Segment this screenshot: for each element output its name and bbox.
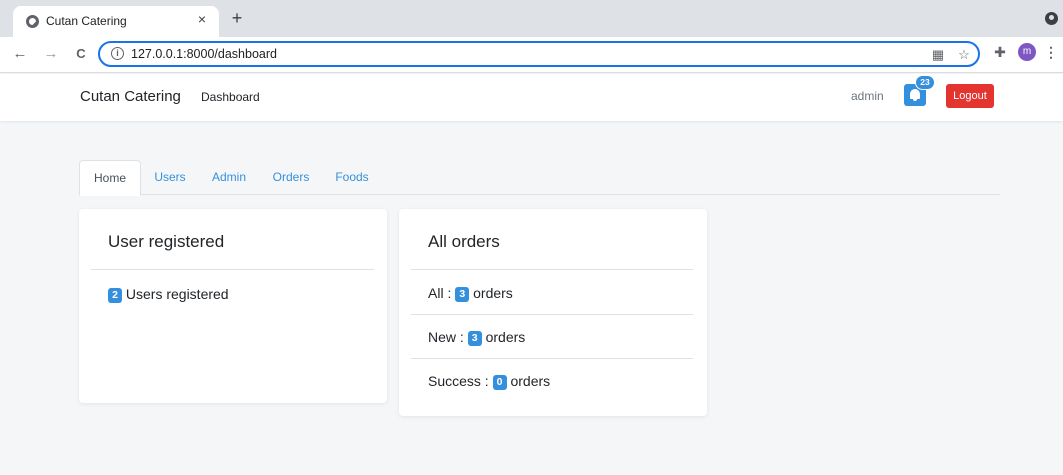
brand-link[interactable]: Cutan Catering (80, 88, 181, 105)
qr-code-icon[interactable]: ▦ (930, 47, 946, 63)
tab-admin[interactable]: Admin (203, 160, 255, 195)
orders-row-all: All : 3 orders (428, 285, 513, 302)
chrome-account-icon[interactable] (1045, 12, 1058, 25)
logout-button[interactable]: Logout (946, 84, 994, 108)
bookmark-star-icon[interactable]: ☆ (956, 47, 972, 63)
new-tab-button[interactable]: + (227, 8, 247, 28)
orders-all-count-badge: 3 (455, 287, 470, 302)
site-info-icon[interactable]: i (111, 47, 124, 60)
notification-count-badge: 23 (915, 75, 935, 90)
url-text[interactable]: 127.0.0.1:8000/dashboard (131, 47, 277, 61)
orders-new-count-badge: 3 (467, 331, 482, 346)
extensions-puzzle-icon[interactable]: ✚ (991, 43, 1009, 61)
users-count-badge: 2 (108, 288, 122, 303)
orders-row-label: Success : (428, 373, 489, 389)
users-registered-text: Users registered (125, 286, 229, 302)
orders-row-label: New : (428, 329, 464, 345)
close-tab-icon[interactable]: × (194, 11, 210, 27)
divider (411, 314, 693, 315)
browser-tabstrip: Cutan Catering × + (0, 0, 1063, 37)
app-navbar: Cutan Catering Dashboard admin 23 Logout (0, 74, 1063, 121)
users-card-title: User registered (108, 232, 225, 251)
nav-link-dashboard[interactable]: Dashboard (201, 90, 260, 104)
orders-success-count-badge: 0 (492, 375, 507, 390)
forward-button[interactable]: → (42, 45, 60, 63)
browser-menu-icon[interactable]: ⋮ (1044, 43, 1058, 61)
divider (411, 269, 693, 270)
back-button[interactable]: ← (11, 45, 29, 63)
tab-foods[interactable]: Foods (327, 160, 377, 195)
users-card: User registered 2 Users registered (79, 209, 387, 403)
users-registered-line: 2 Users registered (108, 286, 229, 303)
tab-orders[interactable]: Orders (263, 160, 319, 195)
orders-card: All orders All : 3 orders New : 3 orders… (399, 209, 707, 416)
browser-tab-title: Cutan Catering (46, 14, 127, 28)
tab-home[interactable]: Home (79, 160, 141, 196)
reload-button[interactable]: C (72, 45, 90, 63)
browser-toolbar: ← → C i 127.0.0.1:8000/dashboard ▦ ☆ (0, 37, 1063, 73)
user-name: admin (851, 89, 884, 103)
dashboard-tabs: Home Users Admin Orders Foods (79, 160, 1000, 196)
browser-tab[interactable]: Cutan Catering × (13, 6, 219, 37)
tab-users[interactable]: Users (145, 160, 195, 195)
address-bar[interactable]: i 127.0.0.1:8000/dashboard ▦ ☆ (98, 41, 980, 67)
bell-icon (910, 89, 920, 101)
divider (91, 269, 374, 270)
profile-avatar[interactable]: m (1018, 43, 1036, 61)
orders-row-suffix: orders (510, 373, 551, 389)
orders-row-success: Success : 0 orders (428, 373, 550, 390)
orders-row-suffix: orders (473, 285, 513, 301)
orders-row-suffix: orders (485, 329, 526, 345)
orders-row-label: All : (428, 285, 452, 301)
orders-card-title: All orders (428, 232, 500, 251)
divider (411, 358, 693, 359)
globe-icon (26, 15, 39, 28)
orders-row-new: New : 3 orders (428, 329, 525, 346)
